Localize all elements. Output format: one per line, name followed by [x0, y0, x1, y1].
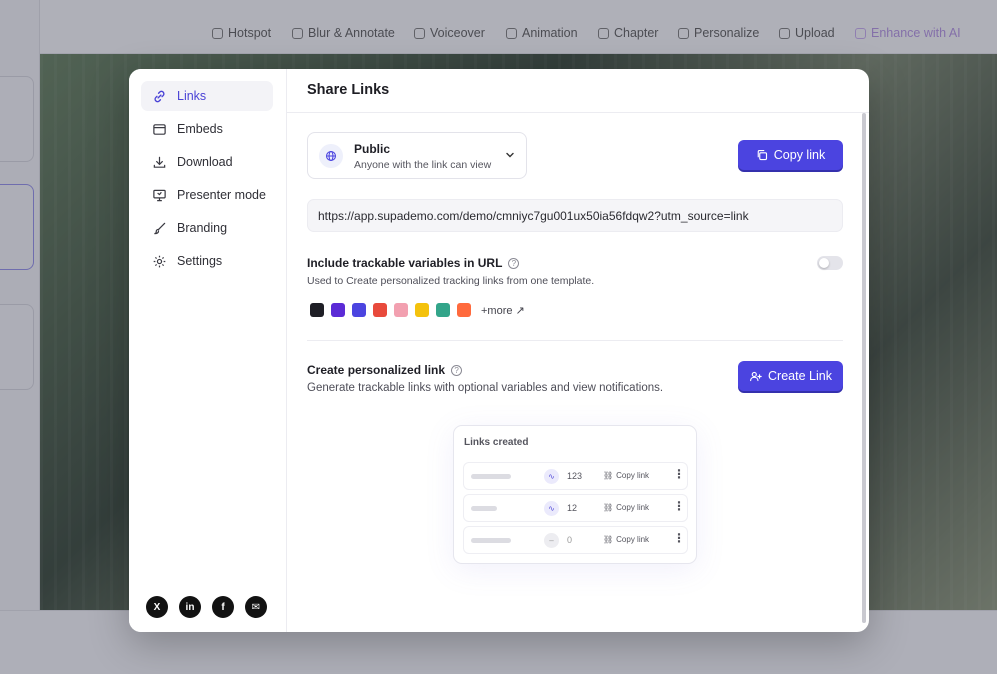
- view-count: 12: [567, 503, 578, 513]
- integration-logos: +more ↗: [310, 303, 525, 317]
- view-count: 123: [567, 471, 583, 481]
- integration-logo-icon[interactable]: [373, 303, 387, 317]
- table-row[interactable]: – 0 ⛓ Copy link ⋮: [463, 526, 688, 554]
- presenter-icon: [153, 189, 166, 201]
- row-copy-link[interactable]: ⛓ Copy link: [603, 471, 649, 480]
- links-created-title: Links created: [464, 437, 529, 448]
- trackable-variables-title: Include trackable variables in URL ?: [307, 256, 520, 270]
- share-links-panel: Share Links Public Anyone with the link …: [287, 69, 869, 632]
- personalized-link-title: Create personalized link ?: [307, 363, 463, 377]
- chevron-down-icon: [506, 152, 514, 158]
- links-created-card: Links created ∿ 123 ⛓ Copy link ⋮ ∿ 12 ⛓ C…: [453, 425, 697, 564]
- personalized-link-description: Generate trackable links with optional v…: [307, 382, 664, 394]
- link-icon: ⛓: [603, 535, 614, 544]
- help-icon[interactable]: ?: [508, 257, 520, 269]
- download-icon: [153, 156, 166, 168]
- copy-link-button[interactable]: Copy link: [738, 140, 843, 170]
- activity-icon: ∿: [544, 501, 559, 516]
- sidebar-item-embeds[interactable]: Embeds: [141, 114, 273, 144]
- sidebar-item-links[interactable]: Links: [141, 81, 273, 111]
- row-copy-link[interactable]: ⛓ Copy link: [603, 503, 649, 512]
- globe-icon: [319, 144, 343, 168]
- trackable-variables-description: Used to Create personalized tracking lin…: [307, 275, 595, 287]
- link-icon: ⛓: [603, 503, 614, 512]
- table-row[interactable]: ∿ 123 ⛓ Copy link ⋮: [463, 462, 688, 490]
- gear-icon: [153, 255, 166, 267]
- page-title: Share Links: [307, 82, 390, 98]
- link-name-placeholder: [471, 506, 497, 511]
- add-user-icon: [750, 371, 762, 381]
- integration-logo-icon[interactable]: [415, 303, 429, 317]
- social-share-row: X in f ✉: [146, 596, 267, 618]
- integration-logo-icon[interactable]: [331, 303, 345, 317]
- scrollbar-thumb[interactable]: [862, 113, 866, 623]
- access-level: Public: [354, 142, 391, 156]
- access-dropdown[interactable]: Public Anyone with the link can view: [307, 132, 527, 179]
- link-name-placeholder: [471, 474, 511, 479]
- more-integrations-link[interactable]: +more ↗: [481, 304, 525, 317]
- more-options-icon[interactable]: ⋮: [673, 532, 685, 544]
- copy-icon: [757, 149, 767, 161]
- linkedin-icon[interactable]: in: [179, 596, 201, 618]
- sidebar-item-settings[interactable]: Settings: [141, 246, 273, 276]
- create-link-button[interactable]: Create Link: [738, 361, 843, 391]
- link-name-placeholder: [471, 538, 511, 543]
- sidebar-item-presenter-mode[interactable]: Presenter mode: [141, 180, 273, 210]
- sidebar-item-branding[interactable]: Branding: [141, 213, 273, 243]
- integration-logo-icon[interactable]: [436, 303, 450, 317]
- table-row[interactable]: ∿ 12 ⛓ Copy link ⋮: [463, 494, 688, 522]
- section-divider: [307, 340, 843, 341]
- integration-logo-icon[interactable]: [394, 303, 408, 317]
- embed-icon: [153, 123, 166, 135]
- intercom-logo-icon[interactable]: [310, 303, 324, 317]
- link-icon: ⛓: [603, 471, 614, 480]
- share-url-field[interactable]: https://app.supademo.com/demo/cmniyc7gu0…: [307, 199, 843, 232]
- more-options-icon[interactable]: ⋮: [673, 468, 685, 480]
- share-modal: Links Embeds Download Presenter mode Bra…: [129, 69, 869, 632]
- row-copy-link[interactable]: ⛓ Copy link: [603, 535, 649, 544]
- x-icon[interactable]: X: [146, 596, 168, 618]
- panel-header: Share Links: [287, 69, 869, 113]
- panel-scrollbar[interactable]: [862, 113, 866, 623]
- mail-icon[interactable]: ✉: [245, 596, 267, 618]
- link-icon: [154, 90, 165, 102]
- trackable-variables-toggle[interactable]: [817, 256, 843, 270]
- inactive-icon: –: [544, 533, 559, 548]
- hubspot-logo-icon[interactable]: [457, 303, 471, 317]
- brush-icon: [154, 222, 166, 234]
- integration-logo-icon[interactable]: [352, 303, 366, 317]
- share-sidebar: Links Embeds Download Presenter mode Bra…: [129, 69, 287, 632]
- access-description: Anyone with the link can view: [354, 159, 492, 171]
- more-options-icon[interactable]: ⋮: [673, 500, 685, 512]
- view-count: 0: [567, 535, 573, 545]
- sidebar-item-download[interactable]: Download: [141, 147, 273, 177]
- help-icon[interactable]: ?: [451, 364, 463, 376]
- activity-icon: ∿: [544, 469, 559, 484]
- facebook-icon[interactable]: f: [212, 596, 234, 618]
